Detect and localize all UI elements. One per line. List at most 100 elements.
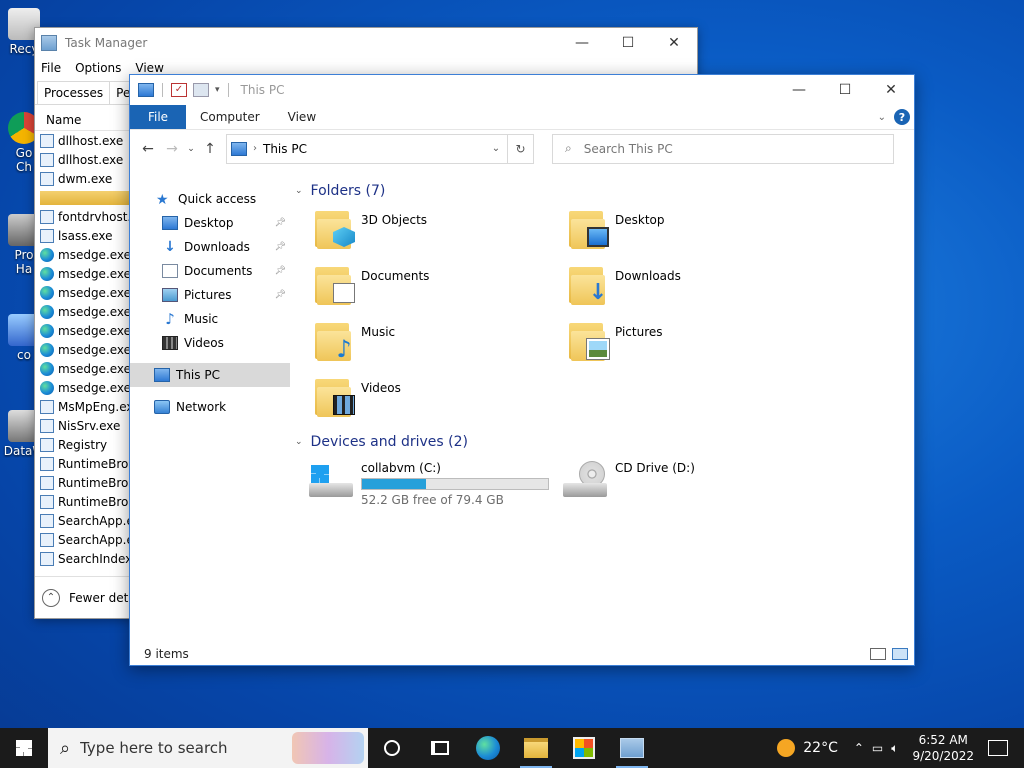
cortana-button[interactable] bbox=[368, 728, 416, 768]
maximize-button[interactable]: ☐ bbox=[605, 28, 651, 58]
taskbar-store[interactable] bbox=[560, 728, 608, 768]
folder-name: Music bbox=[361, 325, 396, 339]
cd-drive-icon bbox=[563, 461, 607, 497]
tab-view[interactable]: View bbox=[274, 105, 330, 129]
nav-item-downloads[interactable]: ↓ Downloads 📌︎ bbox=[130, 235, 290, 259]
task-view-button[interactable] bbox=[416, 728, 464, 768]
close-button[interactable]: ✕ bbox=[651, 28, 697, 58]
folder-item[interactable]: 3D Objects bbox=[315, 209, 565, 249]
start-button[interactable] bbox=[0, 728, 48, 768]
explorer-titlebar[interactable]: ✓ ▾ This PC — ☐ ✕ bbox=[130, 75, 914, 105]
chevron-down-icon[interactable]: ⌄ bbox=[485, 143, 507, 154]
process-name: lsass.exe bbox=[58, 228, 113, 243]
taskbar-file-explorer[interactable] bbox=[512, 728, 560, 768]
tab-processes[interactable]: Processes bbox=[37, 81, 111, 104]
edge-icon bbox=[40, 342, 54, 357]
taskbar-edge[interactable] bbox=[464, 728, 512, 768]
nav-item-pictures[interactable]: Pictures 📌︎ bbox=[130, 283, 290, 307]
forward-button[interactable]: → bbox=[160, 141, 184, 157]
nav-item-videos[interactable]: Videos bbox=[130, 331, 290, 355]
folder-item[interactable]: ♪ Music bbox=[315, 321, 565, 361]
app-window-icon bbox=[40, 551, 54, 566]
help-icon[interactable]: ? bbox=[894, 109, 910, 125]
nav-label: Network bbox=[176, 400, 227, 414]
minimize-button[interactable]: — bbox=[559, 28, 605, 58]
folder-item[interactable]: Videos bbox=[315, 377, 565, 417]
document-icon bbox=[162, 264, 178, 278]
refresh-button[interactable]: ↻ bbox=[508, 133, 534, 164]
film-icon bbox=[162, 336, 178, 350]
volume-icon[interactable]: 🔈︎ bbox=[891, 741, 898, 756]
edge-icon bbox=[40, 361, 54, 376]
folder-icon bbox=[315, 377, 355, 417]
taskbar-search-box[interactable]: ⌕ Type here to search bbox=[48, 728, 368, 768]
chevron-up-icon[interactable]: ⌃ bbox=[854, 741, 864, 755]
process-name: Registry bbox=[58, 437, 108, 452]
network-icon[interactable]: ▭ bbox=[872, 741, 883, 755]
folder-item[interactable]: ↓ Downloads bbox=[569, 265, 819, 305]
nav-label: Videos bbox=[184, 336, 224, 350]
weather-widget[interactable]: 22°C bbox=[777, 739, 838, 757]
app-window-icon bbox=[40, 513, 54, 528]
process-name: msedge.exe bbox=[58, 380, 132, 395]
customize-toolbar-icon[interactable]: ▾ bbox=[215, 85, 220, 95]
nav-this-pc[interactable]: This PC bbox=[130, 363, 290, 387]
nav-item-documents[interactable]: Documents 📌︎ bbox=[130, 259, 290, 283]
pin-icon[interactable]: 📌︎ bbox=[275, 242, 286, 252]
new-folder-icon[interactable] bbox=[193, 83, 209, 97]
nav-network[interactable]: Network bbox=[130, 395, 290, 419]
back-button[interactable]: ← bbox=[136, 141, 160, 157]
folder-item[interactable]: Documents bbox=[315, 265, 565, 305]
nav-item-music[interactable]: ♪ Music bbox=[130, 307, 290, 331]
search-input[interactable]: ⌕ Search This PC bbox=[552, 133, 894, 164]
window-title: This PC bbox=[240, 83, 285, 97]
process-name: dwm.exe bbox=[58, 171, 113, 186]
address-bar[interactable]: › This PC ⌄ bbox=[226, 133, 508, 164]
process-name: NisSrv.exe bbox=[58, 418, 121, 433]
chevron-right-icon[interactable]: › bbox=[253, 143, 257, 154]
properties-icon[interactable]: ✓ bbox=[171, 83, 187, 97]
menu-file[interactable]: File bbox=[41, 61, 61, 75]
large-icons-view-icon[interactable] bbox=[892, 648, 908, 660]
drive-item[interactable]: CD Drive (D:) bbox=[563, 461, 695, 497]
drives-section-header[interactable]: ⌄ Devices and drives (2) bbox=[295, 432, 468, 452]
nav-item-desktop[interactable]: Desktop 📌︎ bbox=[130, 211, 290, 235]
quick-access-toolbar: ✓ ▾ bbox=[138, 83, 231, 97]
menu-view[interactable]: View bbox=[135, 61, 163, 75]
pin-icon[interactable]: 📌︎ bbox=[275, 266, 286, 276]
expand-ribbon-icon[interactable]: ⌄ bbox=[878, 112, 886, 123]
task-manager-titlebar[interactable]: Task Manager — ☐ ✕ bbox=[35, 28, 697, 58]
folder-item[interactable]: Pictures bbox=[569, 321, 819, 361]
minimize-button[interactable]: — bbox=[776, 75, 822, 105]
drive-item[interactable]: collabvm (C:) 52.2 GB free of 79.4 GB bbox=[309, 461, 549, 507]
music-note-icon: ♪ bbox=[165, 310, 175, 328]
close-button[interactable]: ✕ bbox=[868, 75, 914, 105]
tab-computer[interactable]: Computer bbox=[186, 105, 274, 129]
process-name: msedge.exe bbox=[58, 266, 132, 281]
tab-file[interactable]: File bbox=[130, 105, 186, 129]
folder-item[interactable]: Desktop bbox=[569, 209, 819, 249]
process-name: msedge.exe bbox=[58, 247, 132, 262]
search-highlight-icon[interactable] bbox=[292, 732, 364, 764]
app-window-icon bbox=[40, 209, 54, 224]
pin-icon[interactable]: 📌︎ bbox=[275, 218, 286, 228]
process-name: dllhost.exe bbox=[58, 152, 124, 167]
temperature: 22°C bbox=[803, 740, 838, 756]
nav-quick-access[interactable]: ★ Quick access bbox=[130, 187, 290, 211]
chevron-down-icon: ⌄ bbox=[295, 186, 303, 196]
folders-section-header[interactable]: ⌄ Folders (7) bbox=[295, 181, 385, 201]
notifications-icon[interactable] bbox=[988, 740, 1008, 756]
pin-icon[interactable]: 📌︎ bbox=[275, 290, 286, 300]
maximize-button[interactable]: ☐ bbox=[822, 75, 868, 105]
up-button[interactable]: ↑ bbox=[198, 141, 222, 157]
file-explorer-window: ✓ ▾ This PC — ☐ ✕ File Computer View ⌄ ?… bbox=[129, 74, 915, 666]
menu-options[interactable]: Options bbox=[75, 61, 121, 75]
app-window-icon bbox=[40, 171, 54, 186]
clock[interactable]: 6:52 AM 9/20/2022 bbox=[912, 732, 974, 764]
app-window-icon bbox=[40, 437, 54, 452]
recent-locations-button[interactable]: ⌄ bbox=[184, 144, 198, 154]
details-view-icon[interactable] bbox=[870, 648, 886, 660]
edge-icon bbox=[40, 323, 54, 338]
taskbar-task-manager[interactable] bbox=[608, 728, 656, 768]
process-name: msedge.exe bbox=[58, 285, 132, 300]
